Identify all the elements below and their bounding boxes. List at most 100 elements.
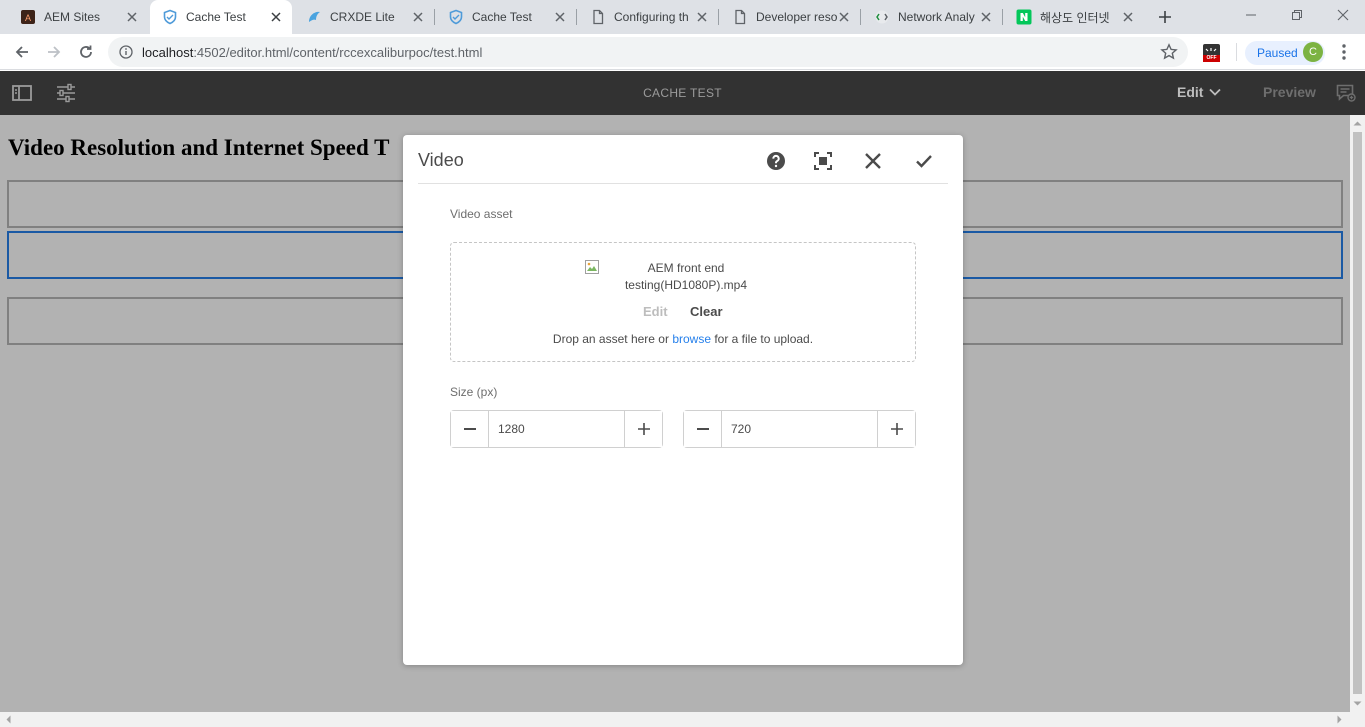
- scroll-right-icon[interactable]: [1337, 715, 1343, 724]
- close-tab-icon[interactable]: [694, 9, 710, 25]
- extension-off-badge: OFF: [1203, 55, 1220, 62]
- tab-separator: [434, 9, 435, 25]
- asset-dropzone[interactable]: AEM front end testing(HD1080P).mp4 Edit …: [450, 242, 916, 362]
- chrome-menu-button[interactable]: [1336, 43, 1352, 61]
- edit-asset-button[interactable]: Edit: [643, 304, 668, 319]
- horizontal-scrollbar[interactable]: [0, 712, 1365, 727]
- height-decrement-button[interactable]: [684, 411, 721, 447]
- dialog-close-button[interactable]: [861, 149, 885, 173]
- plus-icon: [890, 423, 903, 435]
- url-text: localhost:4502/editor.html/content/rccex…: [142, 45, 482, 60]
- editor-top-bar: CACHE TEST Edit Preview: [0, 71, 1365, 115]
- close-icon: [1337, 9, 1349, 21]
- preview-button[interactable]: Preview: [1263, 84, 1316, 100]
- drop-text-after: for a file to upload.: [711, 332, 814, 346]
- tab-configuring[interactable]: Configuring th: [578, 0, 718, 34]
- browse-link[interactable]: browse: [672, 332, 711, 346]
- address-bar[interactable]: localhost:4502/editor.html/content/rccex…: [108, 37, 1188, 67]
- clear-asset-button[interactable]: Clear: [690, 304, 723, 319]
- document-icon: [590, 9, 606, 25]
- broken-image-icon: [585, 260, 599, 274]
- minimize-button[interactable]: [1228, 0, 1274, 30]
- close-tab-icon[interactable]: [124, 9, 140, 25]
- profile-status: Paused: [1257, 46, 1298, 60]
- network-icon: [874, 9, 890, 25]
- document-icon: [732, 9, 748, 25]
- dialog-divider: [418, 183, 948, 184]
- scroll-up-icon[interactable]: [1353, 120, 1362, 126]
- tab-separator: [576, 9, 577, 25]
- info-icon[interactable]: [119, 45, 133, 59]
- height-increment-button[interactable]: [878, 411, 915, 447]
- mode-label: Edit: [1177, 84, 1204, 100]
- checkmark-icon: [916, 155, 932, 168]
- close-icon: [865, 153, 881, 169]
- help-button[interactable]: [764, 149, 788, 173]
- url-host: localhost: [142, 45, 194, 60]
- toolbar-divider: [1236, 43, 1237, 61]
- forward-button[interactable]: [42, 40, 66, 64]
- asset-filename: AEM front end testing(HD1080P).mp4: [624, 261, 748, 292]
- height-stepper: 720: [683, 410, 916, 448]
- plus-icon: [1159, 11, 1171, 23]
- mode-selector[interactable]: Edit: [1177, 84, 1222, 100]
- tab-aem-sites[interactable]: A AEM Sites: [8, 0, 148, 34]
- reload-button[interactable]: [74, 40, 98, 64]
- height-input[interactable]: 720: [721, 411, 878, 447]
- tab-developer-resources[interactable]: Developer reso: [720, 0, 860, 34]
- scrollbar-thumb[interactable]: [1353, 132, 1362, 694]
- url-path: :4502/editor.html/content/rccexcaliburpo…: [193, 45, 483, 60]
- dropzone-help-text: Drop an asset here or browse for a file …: [451, 332, 915, 346]
- restore-button[interactable]: [1274, 0, 1320, 30]
- tab-crxde-lite[interactable]: CRXDE Lite: [294, 0, 434, 34]
- fullscreen-icon: [814, 152, 832, 170]
- tab-cache-test-active[interactable]: Cache Test: [150, 0, 292, 34]
- scroll-left-icon[interactable]: [5, 715, 11, 724]
- dialog-title: Video: [418, 150, 464, 170]
- close-window-button[interactable]: [1320, 0, 1365, 30]
- plus-icon: [637, 423, 650, 435]
- video-asset-label: Video asset: [450, 207, 513, 221]
- close-tab-icon[interactable]: [268, 9, 284, 25]
- minus-icon: [463, 428, 476, 430]
- size-label: Size (px): [450, 385, 498, 399]
- restore-icon: [1292, 10, 1302, 20]
- width-increment-button[interactable]: [625, 411, 662, 447]
- tab-cache-test[interactable]: Cache Test: [436, 0, 576, 34]
- star-icon[interactable]: [1160, 43, 1178, 61]
- avatar[interactable]: C: [1303, 42, 1323, 62]
- width-decrement-button[interactable]: [451, 411, 488, 447]
- tab-network-analysis[interactable]: Network Analy: [862, 0, 1002, 34]
- dialog-done-button[interactable]: [912, 149, 936, 173]
- close-tab-icon[interactable]: [1120, 9, 1136, 25]
- tab-separator: [860, 9, 861, 25]
- minimize-icon: [1246, 14, 1256, 16]
- browser-tab-strip: A AEM Sites Cache Test CRXDE Lite Cache …: [0, 0, 1365, 34]
- crxde-icon: [306, 9, 322, 25]
- close-tab-icon[interactable]: [410, 9, 426, 25]
- tab-naver[interactable]: 해상도 인터넷: [1004, 0, 1144, 34]
- drop-text-before: Drop an asset here or: [552, 332, 673, 346]
- arrow-left-icon: [15, 46, 28, 58]
- width-stepper: 1280: [450, 410, 663, 448]
- shield-icon: [162, 9, 178, 25]
- annotations-button[interactable]: [1336, 83, 1356, 103]
- width-input[interactable]: 1280: [488, 411, 625, 447]
- close-tab-icon[interactable]: [978, 9, 994, 25]
- more-vertical-icon: [1342, 44, 1346, 60]
- vertical-scrollbar[interactable]: [1350, 115, 1365, 712]
- help-icon: [767, 152, 785, 170]
- close-tab-icon[interactable]: [836, 9, 852, 25]
- tab-separator: [718, 9, 719, 25]
- browser-toolbar: localhost:4502/editor.html/content/rccex…: [0, 34, 1365, 70]
- close-tab-icon[interactable]: [552, 9, 568, 25]
- minus-icon: [696, 428, 709, 430]
- reload-icon: [80, 45, 92, 58]
- scroll-down-icon[interactable]: [1353, 701, 1362, 707]
- back-button[interactable]: [10, 40, 34, 64]
- new-tab-button[interactable]: [1155, 7, 1175, 27]
- fullscreen-button[interactable]: [811, 149, 835, 173]
- video-dialog: Video Video asset AEM front end testing(…: [403, 135, 963, 665]
- naver-icon: [1016, 9, 1032, 25]
- arrow-right-icon: [48, 46, 61, 58]
